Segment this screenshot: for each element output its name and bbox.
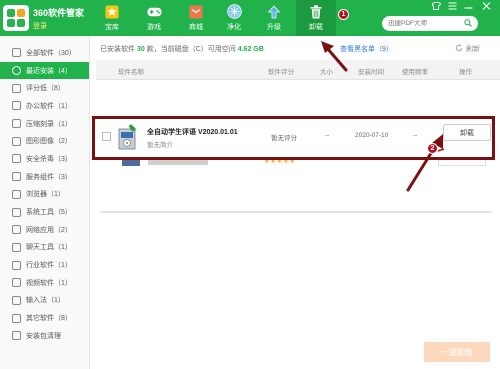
trash-icon — [309, 4, 324, 19]
apps-icon — [12, 313, 21, 323]
archive-icon — [12, 119, 21, 129]
briefcase-icon — [12, 260, 21, 270]
upgrade-icon — [267, 4, 282, 19]
sidebar-item-chat[interactable]: 聊天工具（1） — [0, 239, 89, 257]
sidebar-item-graphics[interactable]: 图形图像（2） — [0, 132, 89, 150]
col-action: 操作 — [459, 69, 472, 76]
col-rating[interactable]: 软件评分 — [268, 66, 294, 76]
sidebar-item-office[interactable]: 办公软件（1） — [0, 97, 89, 115]
browser-icon — [12, 189, 21, 199]
sidebar-item-browser[interactable]: 浏览器（1） — [0, 186, 89, 204]
broom-icon — [12, 331, 21, 341]
install-summary: 已安装软件 30 款，当前磁盘（C）可用空间 4.62 GB — [100, 46, 264, 53]
app-title: 360软件管家 — [33, 7, 85, 18]
list-item[interactable]: ★★★★★ — [96, 160, 500, 166]
login-link[interactable]: 登录 — [33, 21, 84, 31]
installer-icon — [117, 123, 139, 151]
uninstall-button-partial[interactable] — [438, 160, 486, 166]
nav-purify[interactable]: 净化 — [214, 0, 254, 36]
close-icon[interactable] — [482, 2, 491, 12]
globe-icon — [12, 225, 21, 235]
row-checkbox[interactable] — [102, 132, 111, 141]
step-badge-1: 1 — [338, 9, 349, 20]
app-logo: 360软件管家 登录 — [3, 5, 84, 31]
nav-baoku[interactable]: 宝库 — [92, 0, 132, 36]
gear-icon — [12, 172, 21, 182]
mail-icon — [189, 4, 204, 19]
nav-mall[interactable]: 商城 — [176, 0, 216, 36]
software-description: 暂无简介 — [147, 142, 173, 149]
rating-icon — [12, 83, 21, 93]
grid-icon — [12, 48, 21, 58]
search-input[interactable] — [388, 20, 462, 27]
col-install-date[interactable]: 安装时间 — [358, 66, 384, 76]
nav-uninstall[interactable]: 卸载 — [296, 0, 336, 36]
shield-icon — [226, 4, 242, 19]
table-header: 软件名称 软件评分 大小 安装时间 使用频率 操作 — [96, 60, 500, 80]
batch-uninstall-button[interactable]: 一键卸载 — [424, 342, 490, 362]
sidebar-item-network[interactable]: 网络应用（2） — [0, 221, 89, 239]
video-icon — [12, 278, 21, 288]
search-icon[interactable] — [464, 18, 472, 29]
star-icon — [105, 4, 120, 19]
software-name: 全自动学生评语 V2020.01.01 — [147, 129, 238, 136]
sidebar-item-input[interactable]: 输入法（1） — [0, 292, 89, 310]
skin-icon[interactable] — [432, 2, 442, 12]
keyboard-icon — [12, 295, 21, 305]
search-box[interactable] — [382, 16, 478, 31]
nav-upgrade[interactable]: 升级 — [254, 0, 294, 36]
chat-icon — [12, 242, 21, 252]
sidebar-item-compress[interactable]: 压缩刻录（1） — [0, 115, 89, 133]
col-frequency[interactable]: 使用频率 — [402, 66, 428, 76]
clock-icon — [12, 66, 21, 76]
software-rating: 暂无评分 — [271, 135, 297, 142]
uninstall-button[interactable]: 卸载 — [443, 124, 491, 141]
sidebar-item-other[interactable]: 其它软件（8） — [0, 309, 89, 327]
step-badge-2: 2 — [427, 143, 438, 154]
category-sidebar: 全部软件（30） 最近安装（4） 评分低（8） 办公软件（1） 压缩刻录（1） … — [0, 36, 90, 369]
tools-icon — [12, 207, 21, 217]
refresh-button[interactable]: 刷新 — [455, 44, 480, 54]
top-bar: 360软件管家 登录 宝库 游戏 商城 净化 升级 卸载 迅捷PDF大师 — [0, 0, 500, 36]
sidebar-item-all[interactable]: 全部软件（30） — [0, 44, 89, 62]
sidebar-item-industry[interactable]: 行业软件（1） — [0, 256, 89, 274]
sidebar-item-system[interactable]: 系统工具（5） — [0, 203, 89, 221]
app-icon — [122, 160, 140, 166]
software-size: -- — [325, 132, 330, 139]
menu-icon[interactable] — [448, 2, 457, 12]
install-date: 2020-07-10 — [355, 132, 389, 139]
rating-stars: ★★★★★ — [264, 160, 296, 165]
col-size[interactable]: 大小 — [320, 66, 333, 76]
sidebar-item-recent[interactable]: 最近安装（4） — [0, 61, 89, 80]
image-icon — [12, 136, 21, 146]
document-icon — [12, 101, 21, 111]
sidebar-item-cleanup[interactable]: 安装包清理 — [0, 327, 89, 345]
blacklist-link[interactable]: 查看黑名单（9） — [340, 44, 393, 54]
software-name-placeholder — [148, 160, 208, 165]
horizontal-scrollbar[interactable] — [100, 211, 492, 213]
sidebar-item-services[interactable]: 服务组件（3） — [0, 168, 89, 186]
gamepad-icon — [146, 4, 162, 19]
usage-frequency: -- — [413, 132, 418, 139]
logo-icon — [3, 5, 29, 31]
shield-icon — [12, 154, 21, 164]
col-name[interactable]: 软件名称 — [118, 66, 144, 76]
sidebar-item-low-rating[interactable]: 评分低（8） — [0, 79, 89, 97]
minimize-icon[interactable] — [464, 2, 473, 12]
sidebar-item-video[interactable]: 视频软件（1） — [0, 274, 89, 292]
nav-games[interactable]: 游戏 — [134, 0, 174, 36]
sidebar-item-security[interactable]: 安全杀毒（3） — [0, 150, 89, 168]
refresh-icon — [455, 44, 463, 54]
